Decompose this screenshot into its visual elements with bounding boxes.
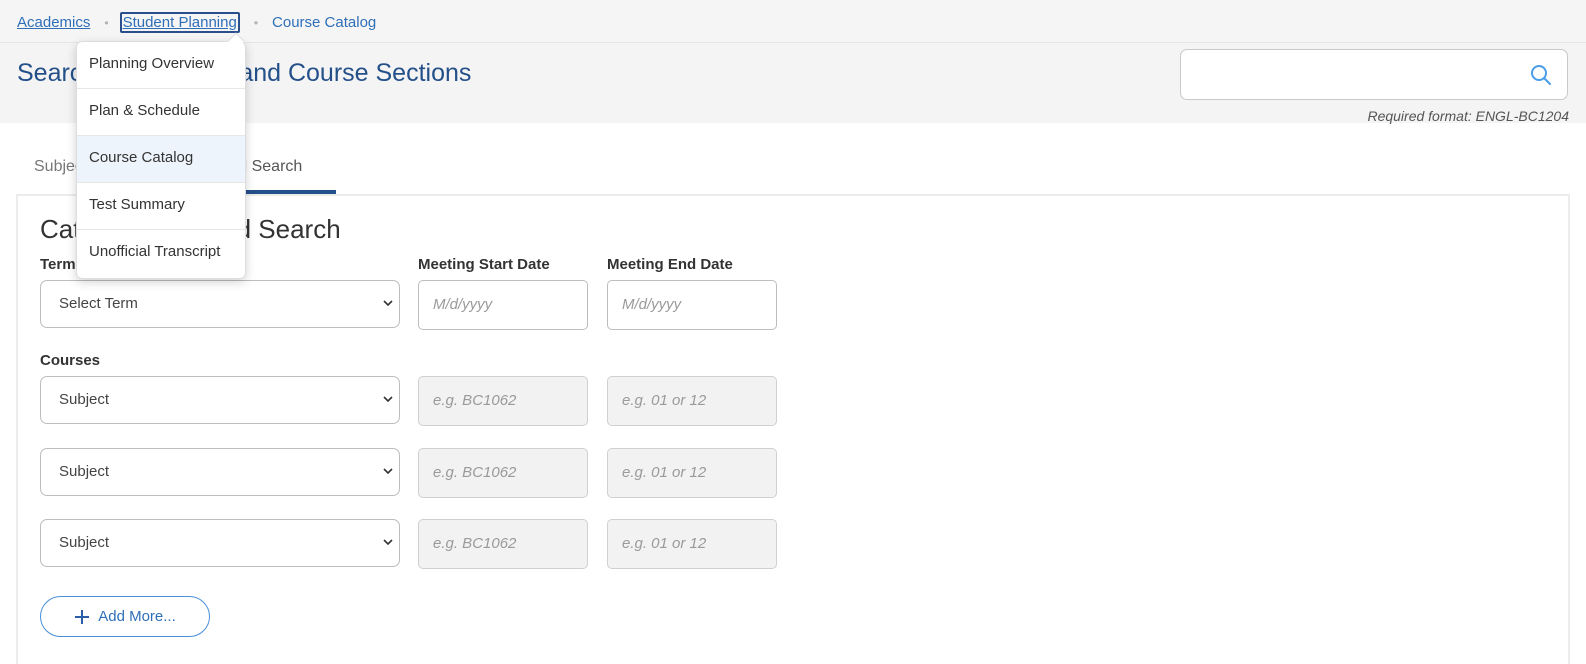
term-select-value: Select Term <box>59 295 138 312</box>
breadcrumb-separator: • <box>104 15 109 30</box>
menu-item-plan-schedule[interactable]: Plan & Schedule <box>77 89 245 136</box>
breadcrumb-student-planning[interactable]: Student Planning <box>119 12 240 33</box>
end-date-input[interactable]: M/d/yyyy <box>607 280 777 330</box>
subject-select-value: Subject <box>59 534 110 551</box>
menu-item-course-catalog[interactable]: Course Catalog <box>77 136 245 183</box>
menu-item-test-summary[interactable]: Test Summary <box>77 183 245 230</box>
chevron-down-icon <box>383 539 393 546</box>
menu-item-planning-overview[interactable]: Planning Overview <box>77 42 245 89</box>
advanced-search-panel: Catalog Advanced Search Term Meeting Sta… <box>16 194 1570 664</box>
start-date-placeholder: M/d/yyyy <box>433 296 493 313</box>
course-number-placeholder: e.g. BC1062 <box>433 535 517 552</box>
subject-select[interactable]: Subject <box>40 376 400 424</box>
start-date-input[interactable]: M/d/yyyy <box>418 280 588 330</box>
end-date-placeholder: M/d/yyyy <box>622 296 682 313</box>
course-number-placeholder: e.g. BC1062 <box>433 392 517 409</box>
search-format-hint: Required format: ENGL-BC1204 <box>1367 108 1569 124</box>
section-input[interactable]: e.g. 01 or 12 <box>607 376 777 426</box>
menu-item-unofficial-transcript[interactable]: Unofficial Transcript <box>77 230 245 277</box>
section-input[interactable]: e.g. 01 or 12 <box>607 519 777 569</box>
section-placeholder: e.g. 01 or 12 <box>622 464 707 481</box>
term-select[interactable]: Select Term <box>40 280 400 328</box>
search-icon[interactable] <box>1529 63 1553 87</box>
chevron-down-icon <box>383 468 393 475</box>
end-date-label: Meeting End Date <box>607 256 733 273</box>
student-planning-dropdown: Planning Overview Plan & Schedule Course… <box>76 32 246 279</box>
section-input[interactable]: e.g. 01 or 12 <box>607 448 777 498</box>
section-placeholder: e.g. 01 or 12 <box>622 392 707 409</box>
course-number-input[interactable]: e.g. BC1062 <box>418 376 588 426</box>
breadcrumb-separator: • <box>253 15 259 30</box>
subject-select[interactable]: Subject <box>40 519 400 567</box>
chevron-down-icon <box>383 396 393 403</box>
section-placeholder: e.g. 01 or 12 <box>622 535 707 552</box>
start-date-label: Meeting Start Date <box>418 256 550 273</box>
subject-select[interactable]: Subject <box>40 448 400 496</box>
subject-select-value: Subject <box>59 391 110 408</box>
breadcrumb-academics[interactable]: Academics <box>17 14 90 31</box>
chevron-down-icon <box>383 300 393 307</box>
course-number-placeholder: e.g. BC1062 <box>433 464 517 481</box>
breadcrumb-course-catalog: Course Catalog <box>272 14 377 31</box>
plus-icon <box>75 609 90 624</box>
course-search-input[interactable]: Required format: ENGL-BC1204 <box>1180 49 1569 124</box>
course-number-input[interactable]: e.g. BC1062 <box>418 519 588 569</box>
subject-select-value: Subject <box>59 463 110 480</box>
term-label: Term <box>40 256 76 273</box>
courses-label: Courses <box>40 352 101 369</box>
add-more-label: Add More... <box>98 608 176 625</box>
add-more-button[interactable]: Add More... <box>40 596 210 637</box>
course-number-input[interactable]: e.g. BC1062 <box>418 448 588 498</box>
breadcrumb: Academics • Student Planning • Course Ca… <box>17 12 376 33</box>
